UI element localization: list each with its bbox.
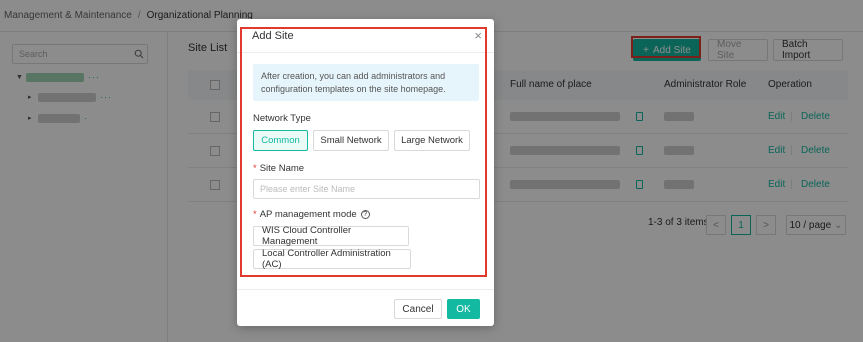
network-type-common[interactable]: Common [253, 130, 308, 151]
ap-mode-label: * AP management mode? [253, 209, 370, 220]
required-mark: * [253, 209, 257, 220]
network-type-label: Network Type [253, 113, 311, 124]
site-name-label-text: Site Name [259, 163, 305, 174]
dialog-footer [237, 289, 494, 290]
site-name-input[interactable] [253, 179, 480, 199]
dialog-title: Add Site [252, 30, 294, 42]
ap-mode-local-option[interactable]: Local Controller Administration (AC) [253, 248, 411, 270]
help-icon[interactable]: ? [360, 209, 370, 219]
ok-button[interactable]: OK [447, 299, 480, 319]
info-banner: After creation, you can add administrato… [253, 64, 479, 101]
ap-mode-cloud-option[interactable]: WIS Cloud Controller Management [253, 225, 409, 247]
network-type-large[interactable]: Large Network [394, 130, 470, 151]
cancel-button[interactable]: Cancel [394, 299, 442, 319]
network-type-small[interactable]: Small Network [313, 130, 389, 151]
required-mark: * [253, 163, 257, 174]
add-site-dialog: Add Site × After creation, you can add a… [237, 19, 494, 326]
dialog-header: Add Site × [237, 19, 494, 53]
site-name-label: * Site Name [253, 163, 304, 174]
close-icon[interactable]: × [474, 28, 482, 43]
ap-mode-label-text: AP management mode [259, 209, 357, 220]
